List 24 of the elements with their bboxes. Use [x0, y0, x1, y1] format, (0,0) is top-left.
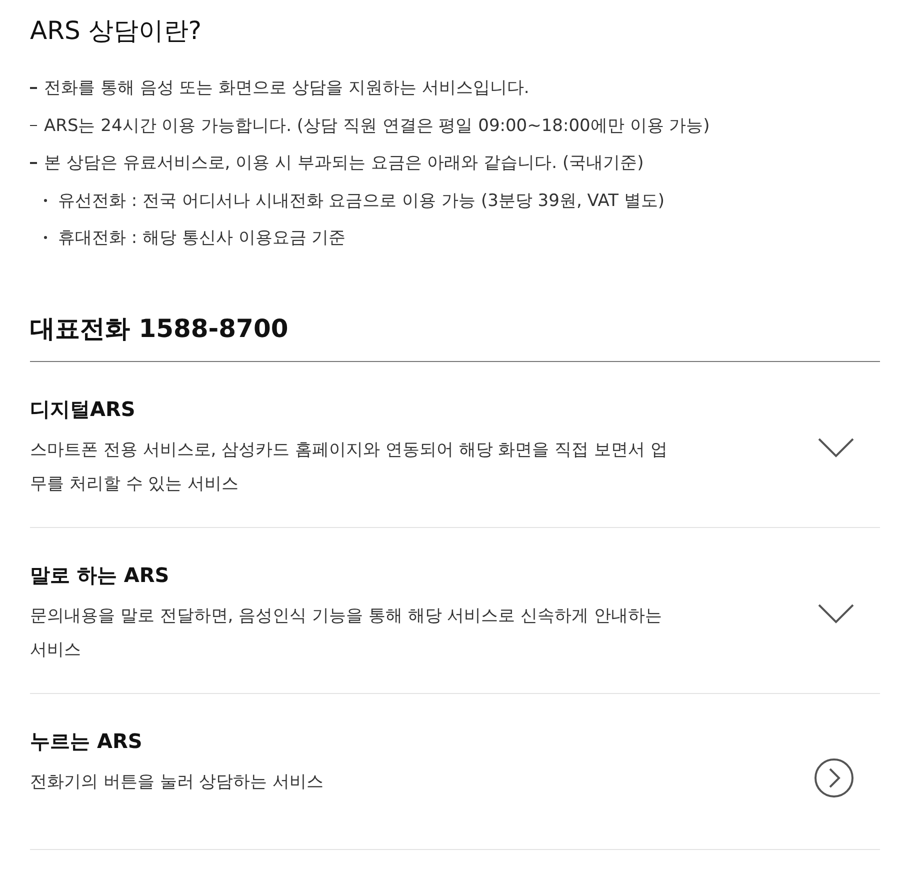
- info-text: 휴대전화 : 해당 통신사 이용요금 기준: [58, 227, 346, 250]
- service-item[interactable]: 누르는 ARS 전화기의 버튼을 눌러 상담하는 서비스: [30, 694, 880, 850]
- service-item[interactable]: 디지털ARS 스마트폰 전용 서비스로, 삼성카드 홈페이지와 연동되어 해당 화면을 직접 보면서 업무를 처리할 수 있는 서비스: [30, 362, 880, 528]
- chevron-down-icon[interactable]: [818, 604, 854, 624]
- service-title: 말로 하는 ARS: [30, 562, 170, 588]
- bullet-icon: [44, 198, 47, 202]
- service-item[interactable]: 말로 하는 ARS 문의내용을 말로 전달하면, 음성인식 기능을 통해 해당 서비스로 신속하게 안내하는 서비스: [30, 528, 880, 694]
- bullet-icon: [44, 236, 47, 240]
- phone-title: 대표전화 1588-8700: [30, 312, 880, 362]
- info-text: 본 상담은 유료서비스로, 이용 시 부과되는 요금은 아래와 같습니다. (국내기준): [44, 152, 644, 174]
- service-title: 디지털ARS: [30, 396, 136, 422]
- service-title: 누르는 ARS: [30, 728, 144, 754]
- dash-icon: [30, 87, 37, 88]
- service-description: 전화기의 버튼을 눌러 상담하는 서비스: [30, 770, 325, 794]
- info-text: 유선전화 : 전국 어디서나 시내전화 요금으로 이용 가능 (3분당 39원, VAT 별도): [58, 190, 665, 212]
- info-text: 전화를 통해 음성 또는 화면으로 상담을 지원하는 서비스입니다.: [44, 77, 530, 100]
- service-description: 문의내용을 말로 전달하면, 음성인식 기능을 통해 해당 서비스로 신속하게 안내하는 서비스: [30, 604, 664, 662]
- arrow-circle-icon[interactable]: [814, 758, 854, 798]
- chevron-down-icon[interactable]: [818, 438, 854, 458]
- dash-icon: [30, 124, 37, 126]
- dash-icon: [30, 162, 37, 164]
- section-title: ARS 상담이란?: [30, 15, 203, 47]
- info-text: ARS는 24시간 이용 가능합니다. (상담 직원 연결은 평일 09:00~18:00에만 이용 가능): [44, 114, 710, 137]
- service-description: 스마트폰 전용 서비스로, 삼성카드 홈페이지와 연동되어 해당 화면을 직접 보면서 업무를 처리할 수 있는 서비스: [30, 438, 668, 496]
